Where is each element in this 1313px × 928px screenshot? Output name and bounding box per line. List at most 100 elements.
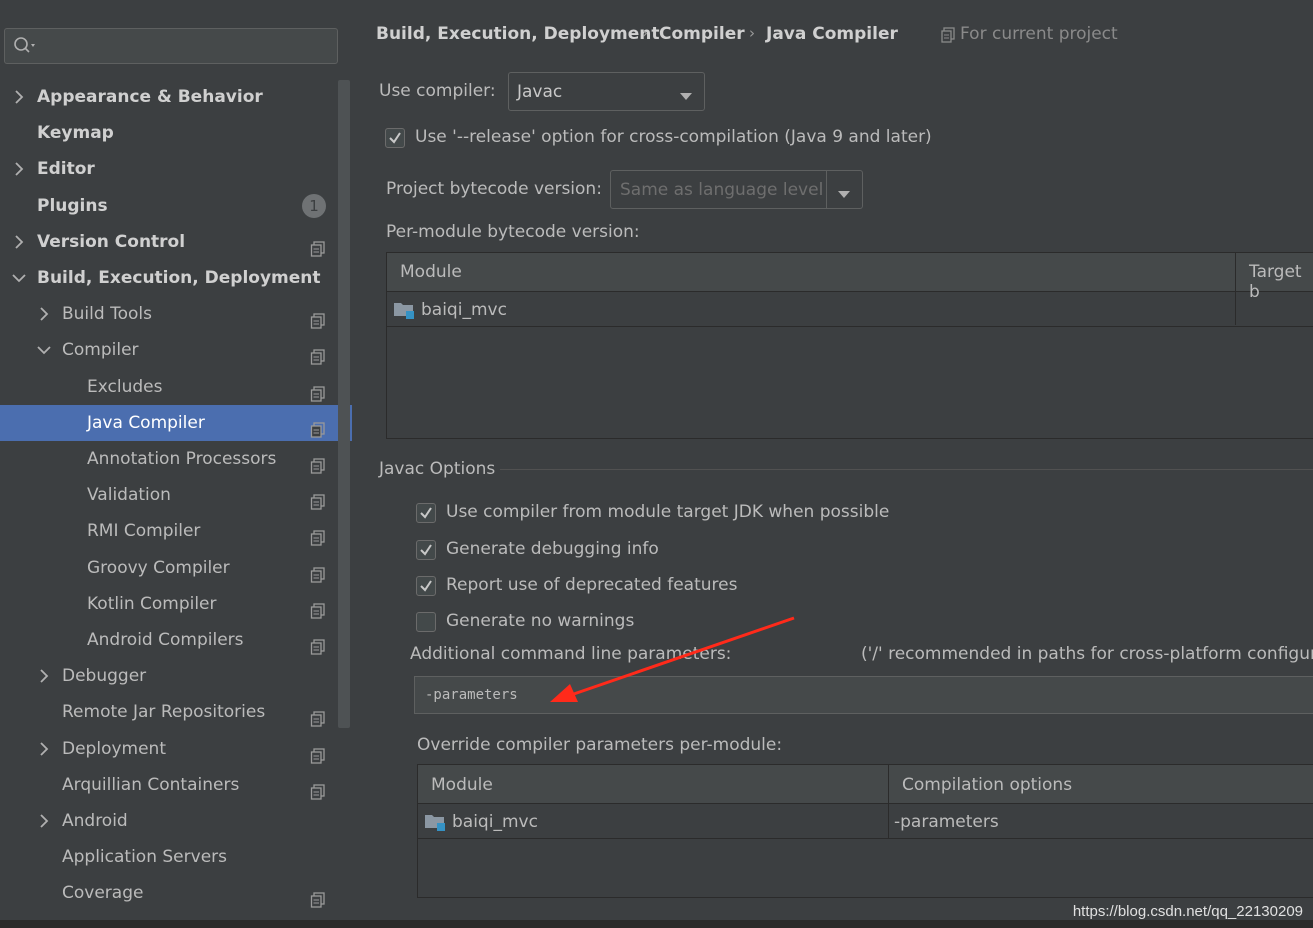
override-params-label: Override compiler parameters per-module: [417,735,783,755]
project-scope-icon [310,306,326,329]
project-scope-icon [310,451,326,474]
sidebar-item-build-tools[interactable]: Build Tools [0,296,352,332]
chevron-right-icon[interactable] [37,814,51,828]
column-header-compilation-options[interactable]: Compilation options [902,775,1072,795]
sidebar-scrollbar[interactable] [338,80,350,728]
sidebar-item-label: Plugins [37,196,108,216]
watermark: https://blog.csdn.net/qq_22130209 [1072,903,1303,920]
sidebar-item-android[interactable]: Android [0,803,352,839]
report-use-of-deprecated-features-checkbox[interactable] [416,576,436,596]
sidebar-item-version-control[interactable]: Version Control [0,224,352,260]
use-compiler-select[interactable]: Javac [508,72,705,111]
sidebar-item-label: Arquillian Containers [62,775,240,795]
chevron-right-icon[interactable] [37,742,51,756]
sidebar-item-kotlin-compiler[interactable]: Kotlin Compiler [0,586,352,622]
override-params-table[interactable]: Module Compilation options baiqi_mvc -pa… [417,764,1313,898]
chevron-down-icon[interactable] [37,343,51,357]
sidebar-item-application-servers[interactable]: Application Servers [0,839,352,875]
sidebar-item-java-compiler[interactable]: Java Compiler [0,405,352,441]
sidebar-item-debugger[interactable]: Debugger [0,658,352,694]
group-separator [500,469,1313,470]
sidebar-item-label: Version Control [37,232,186,252]
generate-no-warnings-checkbox[interactable] [416,612,436,632]
project-scope-icon [941,27,955,48]
sidebar-item-annotation-processors[interactable]: Annotation Processors [0,441,352,477]
breadcrumb-separator: › [749,24,755,42]
chevron-right-icon[interactable] [12,90,26,104]
sidebar-item-android-compilers[interactable]: Android Compilers [0,622,352,658]
sidebar-item-build-execution-deployment[interactable]: Build, Execution, Deployment [0,260,352,296]
updates-badge: 1 [302,194,326,218]
sidebar-item-appearance-behavior[interactable]: Appearance & Behavior [0,79,352,115]
sidebar-item-plugins[interactable]: Plugins 1 [0,188,352,224]
table-row[interactable]: baiqi_mvc -parameters [418,804,1313,839]
bytecode-version-label: Project bytecode version: [386,179,602,199]
module-folder-icon [424,812,446,831]
table-header: Module Compilation options [418,765,1313,804]
sidebar-item-rmi-compiler[interactable]: RMI Compiler [0,513,352,549]
sidebar-item-label: Appearance & Behavior [37,87,263,107]
module-folder-icon [393,300,415,319]
table-row[interactable]: baiqi_mvc [387,292,1313,327]
table-header: Module Target b [387,253,1313,302]
project-scope-icon [310,342,326,365]
chevron-right-icon[interactable] [37,669,51,683]
module-name: baiqi_mvc [452,812,538,832]
sidebar-item-label: Keymap [37,123,114,143]
sidebar-item-label: Kotlin Compiler [87,594,217,614]
breadcrumb-item-build: Build, Execution, Deployment [376,24,660,44]
column-header-module[interactable]: Module [400,262,462,282]
sidebar-item-label: Build, Execution, Deployment [37,268,321,288]
sidebar-item-label: Java Compiler [87,413,205,433]
sidebar-item-editor[interactable]: Editor [0,151,352,187]
sidebar-item-label: Application Servers [62,847,227,867]
javac-options-title: Javac Options [379,459,496,479]
sidebar-item-label: Debugger [62,666,147,686]
sidebar-item-excludes[interactable]: Excludes [0,369,352,405]
sidebar-item-remote-jar-repositories[interactable]: Remote Jar Repositories [0,694,352,730]
sidebar-item-label: Validation [87,485,171,505]
chevron-down-icon [837,185,851,205]
bytecode-version-select[interactable]: Same as language level [610,170,863,209]
module-name: baiqi_mvc [421,300,507,320]
breadcrumb-item-compiler: Compiler [659,24,745,44]
sidebar-item-label: Excludes [87,377,163,397]
per-module-bytecode-table[interactable]: Module Target b baiqi_mvc [386,252,1313,439]
breadcrumb-item-java-compiler: Java Compiler [766,24,898,44]
release-option-checkbox[interactable] [385,128,405,148]
scope-label: For current project [960,24,1118,44]
column-header-module[interactable]: Module [431,775,493,795]
use-compiler-label: Use compiler: [379,81,496,101]
sidebar-item-validation[interactable]: Validation [0,477,352,513]
chevron-right-icon[interactable] [37,307,51,321]
search-icon [13,36,37,61]
sidebar-item-label: RMI Compiler [87,521,201,541]
chevron-right-icon[interactable] [12,162,26,176]
sidebar-item-coverage[interactable]: Coverage [0,875,352,911]
settings-sidebar: Appearance & Behavior Keymap Editor Plugins… [0,0,352,928]
sidebar-title-strip [0,0,352,12]
sidebar-item-groovy-compiler[interactable]: Groovy Compiler [0,550,352,586]
settings-search-input[interactable] [4,28,338,64]
project-scope-icon [310,560,326,583]
chevron-down-icon[interactable] [12,271,26,285]
generate-debugging-info-checkbox[interactable] [416,540,436,560]
sidebar-item-keymap[interactable]: Keymap [0,115,352,151]
sidebar-item-arquillian-containers[interactable]: Arquillian Containers [0,767,352,803]
generate-debugging-info-label: Generate debugging info [446,539,659,559]
combo-divider [826,171,827,208]
chevron-right-icon[interactable] [12,235,26,249]
per-module-bytecode-label: Per-module bytecode version: [386,222,640,242]
additional-params-hint: ('/' recommended in paths for cross-plat… [861,644,1313,664]
module-compilation-options[interactable]: -parameters [894,812,999,832]
project-scope-icon [310,379,326,402]
sidebar-item-label: Annotation Processors [87,449,277,469]
project-scope-icon [310,234,326,257]
project-scope-icon [310,632,326,655]
sidebar-item-label: Editor [37,159,95,179]
project-scope-icon [310,415,326,438]
sidebar-item-compiler[interactable]: Compiler [0,332,352,368]
sidebar-item-deployment[interactable]: Deployment [0,731,352,767]
use-compiler-value: Javac [517,82,563,102]
use-compiler-from-module-target-jdk-when-possible-checkbox[interactable] [416,503,436,523]
